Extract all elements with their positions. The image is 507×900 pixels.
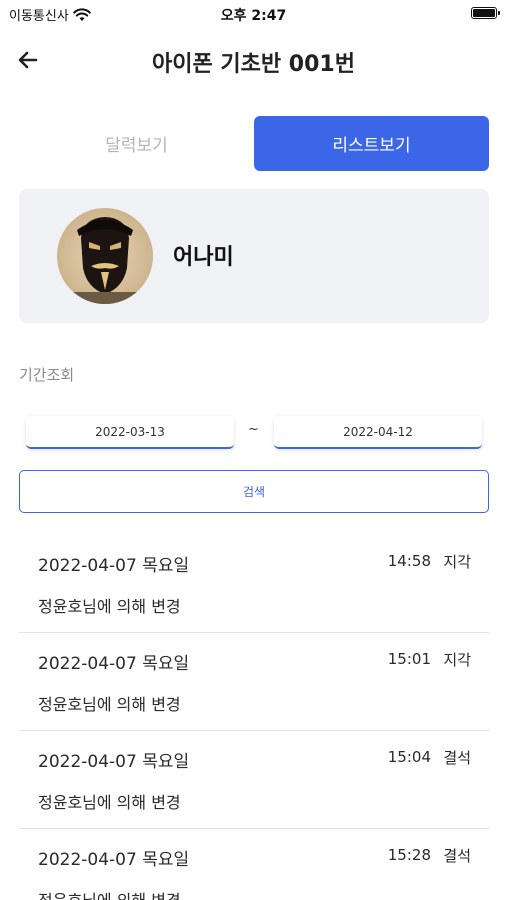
date-separator: ~ [248,422,259,437]
record-status: 결석 [443,749,471,767]
list-item[interactable]: 2022-04-07 목요일 15:04 결석 정윤호님에 의해 변경 [19,731,489,829]
tab-calendar-view[interactable]: 달력보기 [19,116,254,171]
avatar-photo [57,208,153,304]
battery-icon [471,7,500,19]
record-time: 14:58 [387,552,431,570]
page-title: 아이폰 기초반 001번 [152,52,355,77]
record-date: 2022-04-07 목요일 [38,850,190,870]
status-time: 오후 2:47 [220,8,287,24]
battery-level [473,9,495,17]
record-time: 15:28 [387,846,431,864]
record-status: 결석 [443,847,471,865]
period-label: 기간조회 [19,366,75,384]
view-toggle: 달력보기 리스트보기 [19,116,489,171]
record-note: 정윤호님에 의해 변경 [38,597,181,616]
status-bar: 이동통신사 오후 2:47 [0,0,507,28]
end-date-field[interactable]: 2022-04-12 [274,416,482,449]
profile-card: 어나미 [19,189,489,323]
list-item[interactable]: 2022-04-07 목요일 14:58 지각 정윤호님에 의해 변경 [19,535,489,633]
search-button[interactable]: 검색 [19,470,489,513]
record-status: 지각 [443,553,471,571]
navigation-bar: 아이폰 기초반 001번 [0,38,507,82]
record-time: 15:01 [387,650,431,668]
start-date-field[interactable]: 2022-03-13 [26,416,234,449]
record-time: 15:04 [387,748,431,766]
avatar [57,208,153,304]
record-status: 지각 [443,651,471,669]
record-date: 2022-04-07 목요일 [38,556,190,576]
record-note: 정윤호님에 의해 변경 [38,793,181,812]
profile-name: 어나미 [173,245,234,270]
record-note: 정윤호님에 의해 변경 [38,887,181,900]
record-note: 정윤호님에 의해 변경 [38,695,181,714]
record-date: 2022-04-07 목요일 [38,752,190,772]
tab-list-view[interactable]: 리스트보기 [254,116,489,171]
attendance-list: 2022-04-07 목요일 14:58 지각 정윤호님에 의해 변경 2022… [19,535,489,900]
list-item[interactable]: 2022-04-07 목요일 15:28 결석 정윤호님에 의해 변경 [19,829,489,900]
record-date: 2022-04-07 목요일 [38,654,190,674]
list-item[interactable]: 2022-04-07 목요일 15:01 지각 정윤호님에 의해 변경 [19,633,489,731]
